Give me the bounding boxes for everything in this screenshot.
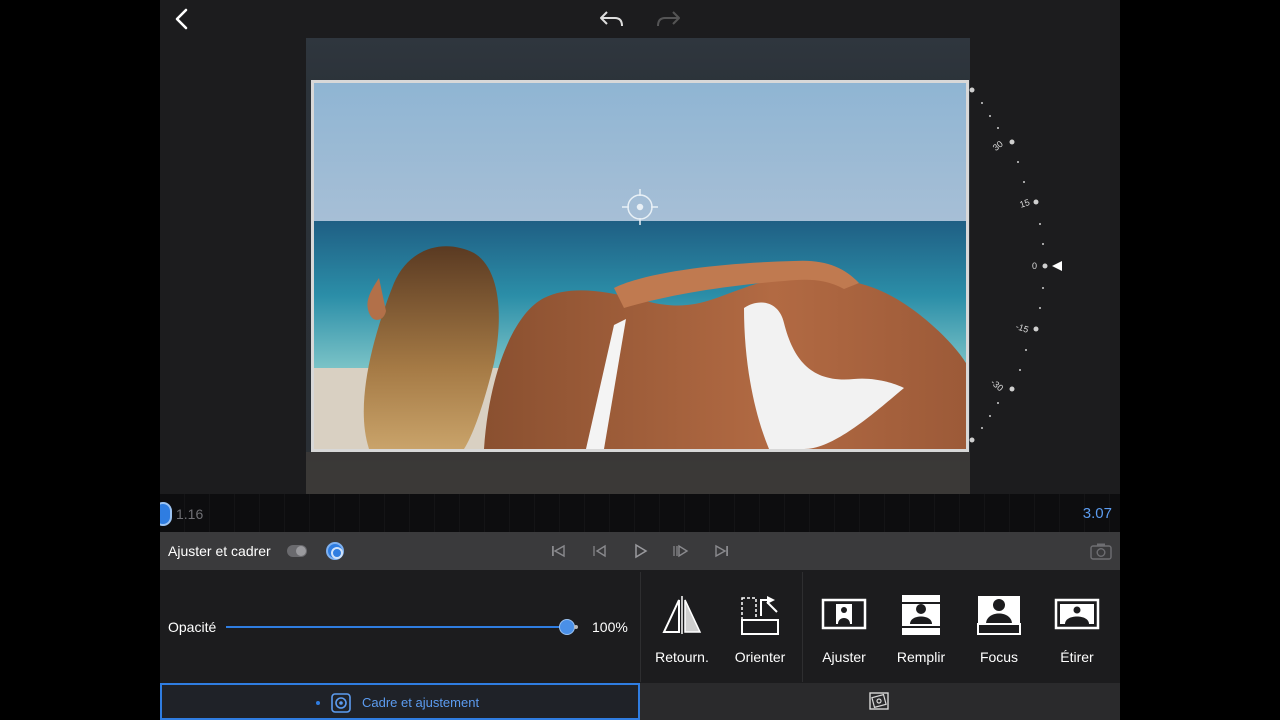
fit-label: Ajuster (822, 649, 866, 665)
preview-viewer: 30 15 0 -15 -30 (160, 38, 1120, 494)
opacity-slider-thumb[interactable] (559, 619, 575, 635)
panel-divider (640, 572, 641, 682)
timeline-scrubber[interactable]: 1.16 3.07 (160, 494, 1120, 532)
orient-label: Orienter (734, 649, 786, 665)
focus-button[interactable]: Focus (964, 594, 1034, 672)
stage-shadow (306, 452, 970, 494)
play-icon[interactable] (631, 542, 649, 560)
video-frame[interactable] (311, 80, 969, 452)
controls-bar: Ajuster et cadrer (160, 532, 1120, 570)
step-back-icon[interactable] (590, 542, 608, 560)
flip-icon (662, 596, 702, 634)
clip-duration: 3.07 (1082, 505, 1112, 522)
bottom-tabbar: Cadre et ajustement (160, 683, 1120, 720)
link-toggle[interactable] (287, 545, 307, 557)
playhead-handle[interactable] (160, 502, 172, 526)
transform-icon (869, 692, 889, 710)
redo-icon[interactable] (654, 8, 682, 30)
rotation-dial[interactable]: 30 15 0 -15 -30 (960, 78, 1080, 458)
opacity-value: 100% (592, 619, 628, 635)
opacity-slider-track[interactable] (226, 626, 570, 628)
fit-icon (821, 598, 867, 630)
fill-label: Remplir (896, 649, 946, 665)
beach-photo (314, 83, 966, 449)
skip-to-start-icon[interactable] (549, 542, 567, 560)
tab-crop-adjust[interactable]: Cadre et ajustement (160, 683, 640, 720)
top-toolbar (160, 0, 1120, 38)
camera-icon[interactable] (1090, 542, 1112, 560)
rotation-dial-arc (969, 87, 1062, 443)
rotation-indicator (1052, 261, 1062, 271)
video-editor-app: 30 15 0 -15 -30 1.16 3.07 Ajuster et cad… (160, 0, 1120, 720)
adjust-panel: Opacité 100% Retourn. Orienter Ajuster R… (160, 570, 1120, 683)
stretch-label: Étirer (1060, 649, 1094, 665)
tab-transform[interactable] (640, 683, 1120, 720)
fill-button[interactable]: Remplir (886, 594, 956, 672)
stretch-icon (1054, 598, 1100, 630)
opacity-slider-end (574, 625, 578, 629)
current-time: 1.16 (176, 506, 204, 522)
crop-adjust-icon (331, 693, 351, 713)
undo-icon[interactable] (598, 8, 626, 30)
flip-button[interactable]: Retourn. (647, 594, 717, 672)
panel-divider (802, 572, 803, 682)
dial-label-0: 0 (1032, 261, 1038, 271)
skip-to-end-icon[interactable] (713, 542, 731, 560)
tab-crop-adjust-label: Cadre et ajustement (362, 695, 480, 710)
flip-label: Retourn. (655, 649, 709, 665)
fit-button[interactable]: Ajuster (809, 594, 879, 672)
stretch-button[interactable]: Étirer (1042, 594, 1112, 672)
panel-title: Ajuster et cadrer (168, 543, 271, 559)
step-forward-icon[interactable] (671, 542, 689, 560)
opacity-label: Opacité (168, 619, 217, 635)
active-tab-dot (316, 701, 320, 705)
focus-label: Focus (979, 649, 1019, 665)
focus-icon (977, 596, 1021, 635)
fill-icon (899, 595, 943, 635)
orient-icon (741, 596, 779, 635)
orient-button[interactable]: Orienter (725, 594, 795, 672)
chevron-left-icon[interactable] (170, 6, 196, 32)
keyframe-button[interactable] (326, 542, 344, 560)
